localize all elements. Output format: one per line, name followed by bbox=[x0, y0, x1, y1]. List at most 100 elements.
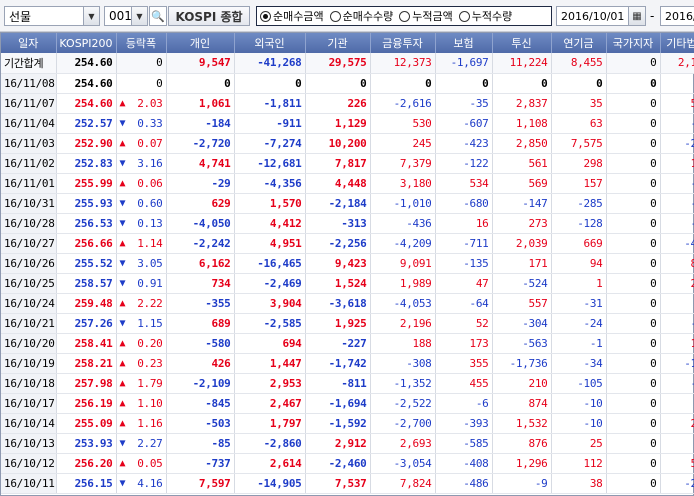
index-label-button[interactable]: KOSPI 종합 bbox=[168, 6, 250, 26]
table-row[interactable]: 16/10/21 257.26 ▼ 1.15 689 -2,585 1,925 2,196 52… bbox=[1, 313, 694, 334]
value-cell: 1 bbox=[551, 273, 607, 294]
market-select[interactable]: 선물 ▼ bbox=[4, 6, 100, 26]
value-cell: 0 bbox=[606, 413, 661, 434]
value-cell: -486 bbox=[435, 473, 493, 494]
radio-cum-quantity[interactable]: 누적수량 bbox=[458, 8, 512, 24]
triangle-up-icon: ▲ bbox=[119, 97, 126, 109]
table-row[interactable]: 16/10/18 257.98 ▲ 1.79 -2,109 2,953 -811 -1,352… bbox=[1, 373, 694, 394]
column-header[interactable]: 외국인 bbox=[234, 33, 306, 53]
date-to-input[interactable]: 2016/ bbox=[660, 6, 694, 26]
table-row[interactable]: 16/11/01 255.99 ▲ 0.06 -29 -4,356 4,448 3,180 53… bbox=[1, 173, 694, 194]
table-row[interactable]: 16/10/31 255.93 ▼ 0.60 629 1,570 -2,184 -1,010-… bbox=[1, 193, 694, 214]
change-value: 0 bbox=[156, 76, 163, 90]
column-header[interactable]: 등락폭 bbox=[116, 33, 167, 53]
column-header[interactable]: 기관 bbox=[305, 33, 371, 53]
value-cell: 4,741 bbox=[166, 153, 235, 174]
value-cell: -3,618 bbox=[305, 293, 371, 314]
table-row[interactable]: 16/10/27 256.66 ▲ 1.14 -2,242 4,951 -2,256 -4,2… bbox=[1, 233, 694, 254]
radio-checked-icon bbox=[260, 10, 271, 22]
change-value: 2.27 bbox=[137, 436, 163, 450]
date-cell: 16/10/19 bbox=[1, 353, 57, 374]
value-cell: -1,352 bbox=[370, 373, 436, 394]
table-row[interactable]: 16/10/12 256.20 ▲ 0.05 -737 2,614 -2,460 -3,054… bbox=[1, 453, 694, 474]
value-cell: 211 bbox=[660, 273, 694, 294]
value-cell: 1,296 bbox=[492, 453, 552, 474]
column-header[interactable]: 국가지자 bbox=[606, 33, 661, 53]
value-cell: 157 bbox=[551, 173, 607, 194]
column-header[interactable]: 일자 bbox=[1, 33, 57, 53]
value-cell: 63 bbox=[551, 113, 607, 134]
date-cell: 16/10/26 bbox=[1, 253, 57, 274]
table-row[interactable]: 16/10/20 258.41 ▲ 0.20 -580 694 -227 188 173 -563… bbox=[1, 333, 694, 354]
table-row[interactable]: 16/10/25 258.57 ▼ 0.91 734 -2,469 1,524 1,989 47… bbox=[1, 273, 694, 294]
column-header[interactable]: 연기금 bbox=[551, 33, 607, 53]
value-cell: 455 bbox=[435, 373, 493, 394]
kospi200-cell: 257.26 bbox=[56, 313, 117, 334]
table-row[interactable]: 16/10/26 255.52 ▼ 3.05 6,162 -16,465 9,423 9,09… bbox=[1, 253, 694, 274]
value-cell: -355 bbox=[166, 293, 235, 314]
table-row[interactable]: 16/10/13 253.93 ▼ 2.27 -85 -2,860 2,912 2,693 -5… bbox=[1, 433, 694, 454]
code-select[interactable]: 001 ▼ bbox=[104, 6, 148, 26]
column-header[interactable]: 기타법인 bbox=[660, 33, 694, 53]
value-cell: 0 bbox=[166, 73, 235, 94]
kospi200-cell: 252.57 bbox=[56, 113, 117, 134]
change-value: 1.15 bbox=[137, 316, 163, 330]
value-cell: -85 bbox=[166, 433, 235, 454]
table-row[interactable]: 16/10/19 258.21 ▲ 0.23 426 1,447 -1,742 -308 355… bbox=[1, 353, 694, 374]
date-from-input[interactable]: 2016/10/01 ▦ bbox=[556, 6, 646, 26]
table-row[interactable]: 16/11/08254.600000000000 bbox=[1, 73, 694, 94]
column-header[interactable]: 개인 bbox=[166, 33, 235, 53]
date-cell: 16/11/08 bbox=[1, 73, 57, 94]
search-icon: 🔍 bbox=[151, 9, 165, 23]
column-header[interactable]: KOSPI200 bbox=[56, 33, 117, 53]
date-cell: 16/10/24 bbox=[1, 293, 57, 314]
table-row[interactable]: 16/10/28 256.53 ▼ 0.13 -4,050 4,412 -313 -436 16… bbox=[1, 213, 694, 234]
change-cell: ▲ 0.07 bbox=[116, 133, 167, 154]
chevron-down-icon[interactable]: ▼ bbox=[83, 7, 99, 25]
value-cell: 0 bbox=[660, 73, 694, 94]
table-row[interactable]: 16/10/17 256.19 ▲ 1.10 -845 2,467 -1,694 -2,522… bbox=[1, 393, 694, 414]
table-row[interactable]: 기간합계 254.60 0 9,547 -41,268 29,575 12,373 -1,69… bbox=[1, 53, 694, 74]
value-cell: 2,850 bbox=[492, 133, 552, 154]
value-cell: -563 bbox=[492, 333, 552, 354]
value-cell: 876 bbox=[492, 433, 552, 454]
calendar-icon[interactable]: ▦ bbox=[628, 7, 645, 25]
table-row[interactable]: 16/11/03 252.90 ▲ 0.07 -2,720 -7,274 10,200 245… bbox=[1, 133, 694, 154]
radio-unchecked-icon bbox=[458, 10, 470, 22]
change-value: 4.16 bbox=[137, 476, 163, 490]
search-button[interactable]: 🔍 bbox=[149, 6, 167, 26]
radio-unchecked-icon bbox=[329, 10, 341, 22]
value-cell: -408 bbox=[435, 453, 493, 474]
triangle-down-icon: ▼ bbox=[119, 437, 126, 449]
value-cell: 2,614 bbox=[234, 453, 306, 474]
radio-group: 순매수금액 순매수수량 누적금액 누적수량 bbox=[256, 6, 552, 26]
table-row[interactable]: 16/10/24 259.48 ▲ 2.22 -355 3,904 -3,618 -4,053… bbox=[1, 293, 694, 314]
column-header[interactable]: 보험 bbox=[435, 33, 493, 53]
change-value: 1.16 bbox=[137, 416, 163, 430]
table-row[interactable]: 16/11/02 252.83 ▼ 3.16 4,741 -12,681 7,817 7,37… bbox=[1, 153, 694, 174]
column-header[interactable]: 투신 bbox=[492, 33, 552, 53]
table-row[interactable]: 16/11/07 254.60 ▲ 2.03 1,061 -1,811 226 -2,616-… bbox=[1, 93, 694, 114]
value-cell: -4,209 bbox=[370, 233, 436, 254]
value-cell: -737 bbox=[166, 453, 235, 474]
value-cell: -16,465 bbox=[234, 253, 306, 274]
value-cell: -229 bbox=[660, 473, 694, 494]
column-header[interactable]: 금융투자 bbox=[370, 33, 436, 53]
triangle-up-icon: ▲ bbox=[119, 337, 126, 349]
date-cell: 16/11/04 bbox=[1, 113, 57, 134]
value-cell: 298 bbox=[660, 413, 694, 434]
value-cell: 298 bbox=[551, 153, 607, 174]
chevron-down-icon[interactable]: ▼ bbox=[131, 7, 147, 25]
radio-cum-amount[interactable]: 누적금액 bbox=[399, 8, 453, 24]
triangle-down-icon: ▼ bbox=[119, 157, 126, 169]
value-cell: -2,616 bbox=[370, 93, 436, 114]
table-row[interactable]: 16/11/04 252.57 ▼ 0.33 -184 -911 1,129 530 -607 1… bbox=[1, 113, 694, 134]
value-cell: 173 bbox=[435, 333, 493, 354]
table-row[interactable]: 16/10/14 255.09 ▲ 1.16 -503 1,797 -1,592 -2,700… bbox=[1, 413, 694, 434]
value-cell: -184 bbox=[166, 113, 235, 134]
value-cell: 0 bbox=[606, 453, 661, 474]
table-row[interactable]: 16/10/11 256.15 ▼ 4.16 7,597 -14,905 7,537 7,82… bbox=[1, 473, 694, 494]
change-cell: ▲ 2.22 bbox=[116, 293, 167, 314]
radio-net-amount[interactable]: 순매수금액 bbox=[260, 8, 324, 24]
radio-net-quantity[interactable]: 순매수수량 bbox=[329, 8, 393, 24]
